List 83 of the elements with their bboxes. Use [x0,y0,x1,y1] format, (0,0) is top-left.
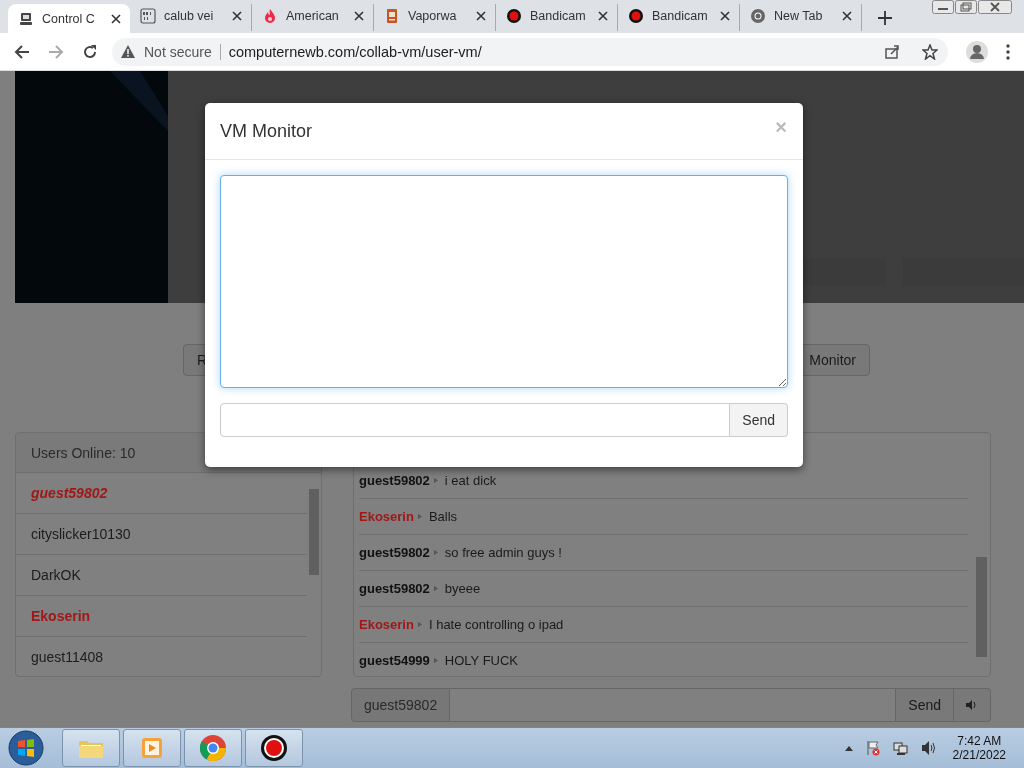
computer-icon [18,10,34,27]
record-icon [628,7,644,24]
username-label: guest59802 [351,688,451,722]
address-bar[interactable]: Not secure computernewb.com/collab-vm/user-vm/ [112,37,948,66]
minimize-icon[interactable] [932,0,954,14]
browser-tab[interactable]: Bandicam [618,4,740,31]
tab-title: Bandicam [652,8,709,23]
url-text: computernewb.com/collab-vm/user-vm/ [228,43,482,60]
start-button-icon[interactable] [8,730,44,766]
restore-icon[interactable] [955,0,977,14]
user-list-item[interactable]: cityslicker10130 [16,514,307,555]
arrow-icon [433,478,438,483]
volume-icon[interactable] [920,740,937,756]
speaker-icon [966,700,978,710]
scrollbar[interactable] [309,489,319,575]
close-icon[interactable] [111,13,121,24]
chat-username: Ekoserin [359,617,414,632]
browser-tab[interactable]: calub vei [130,4,252,31]
arrow-icon [417,514,422,519]
menu-icon[interactable] [1006,43,1010,60]
tab-title: calub vei [164,8,215,23]
chat-username: guest54999 [359,653,430,668]
new-tab-icon[interactable] [878,11,892,25]
profile-icon[interactable] [966,40,988,63]
volume-button[interactable] [954,688,991,722]
chat-message: byeee [444,581,481,596]
tab-title: Vaporwa [408,8,458,23]
back-icon[interactable] [14,43,30,60]
taskbar-app[interactable] [245,729,303,767]
share-icon[interactable] [884,43,900,60]
chat-username: guest59802 [359,581,430,596]
clock-date[interactable]: 2/21/2022 [952,748,1006,762]
chat-input-field[interactable] [450,688,897,722]
browser-tab[interactable]: New Tab [740,4,862,31]
close-icon[interactable] [232,10,242,21]
star-icon[interactable] [922,43,938,60]
chat-message: so free admin guys ! [444,545,562,560]
chat-username: guest59802 [359,473,430,488]
browser-tab[interactable]: Bandicam [496,4,618,31]
arrow-icon [433,550,438,555]
close-icon[interactable] [354,10,364,21]
flame-icon [262,7,278,24]
record-icon [506,7,522,24]
send-button[interactable]: Send [730,403,788,437]
security-label: Not secure [144,43,212,60]
scrollbar[interactable] [976,557,987,657]
chat-username: guest59802 [359,545,430,560]
close-icon[interactable] [842,10,852,21]
command-input-field[interactable] [220,403,731,437]
user-list-item[interactable]: DarkOK [16,555,307,596]
chat-message: HOLY FUCK [444,653,519,668]
document-icon [384,7,400,24]
flag-icon[interactable] [864,740,881,756]
arrow-icon [433,658,438,663]
browser-tab[interactable]: Control C [8,4,130,33]
arrow-icon [417,622,422,627]
tab-title: American [286,8,340,23]
chrome-icon [197,732,229,764]
warning-icon [120,44,136,59]
chat-message: i eat dick [444,473,497,488]
network-icon[interactable] [892,740,909,756]
close-icon[interactable] [720,10,730,21]
tab-title: Bandicam [530,8,587,23]
close-icon[interactable] [598,10,608,21]
close-icon[interactable] [476,10,486,21]
close-window-icon[interactable] [978,0,1012,14]
chat-username: Ekoserin [359,509,414,524]
show-hidden-icons-icon[interactable] [844,745,853,751]
reload-icon[interactable] [82,43,98,60]
send-button[interactable]: Send [896,688,954,722]
modal-title: VM Monitor [220,120,313,142]
chat-message: I hate controlling o ipad [428,617,564,632]
tab-title: Control C [42,11,96,26]
arrow-icon [433,586,438,591]
clock-time[interactable]: 7:42 AM [957,734,1002,748]
browser-tab[interactable]: Vaporwa [374,4,496,31]
tab-title: New Tab [774,8,824,23]
user-list-item[interactable]: guest11408 [16,637,307,676]
chrome-icon [750,7,766,24]
chat-message: Balls [428,509,458,524]
binary-digits-icon [140,7,156,24]
record-icon [258,732,290,764]
browser-tab[interactable]: American [252,4,374,31]
